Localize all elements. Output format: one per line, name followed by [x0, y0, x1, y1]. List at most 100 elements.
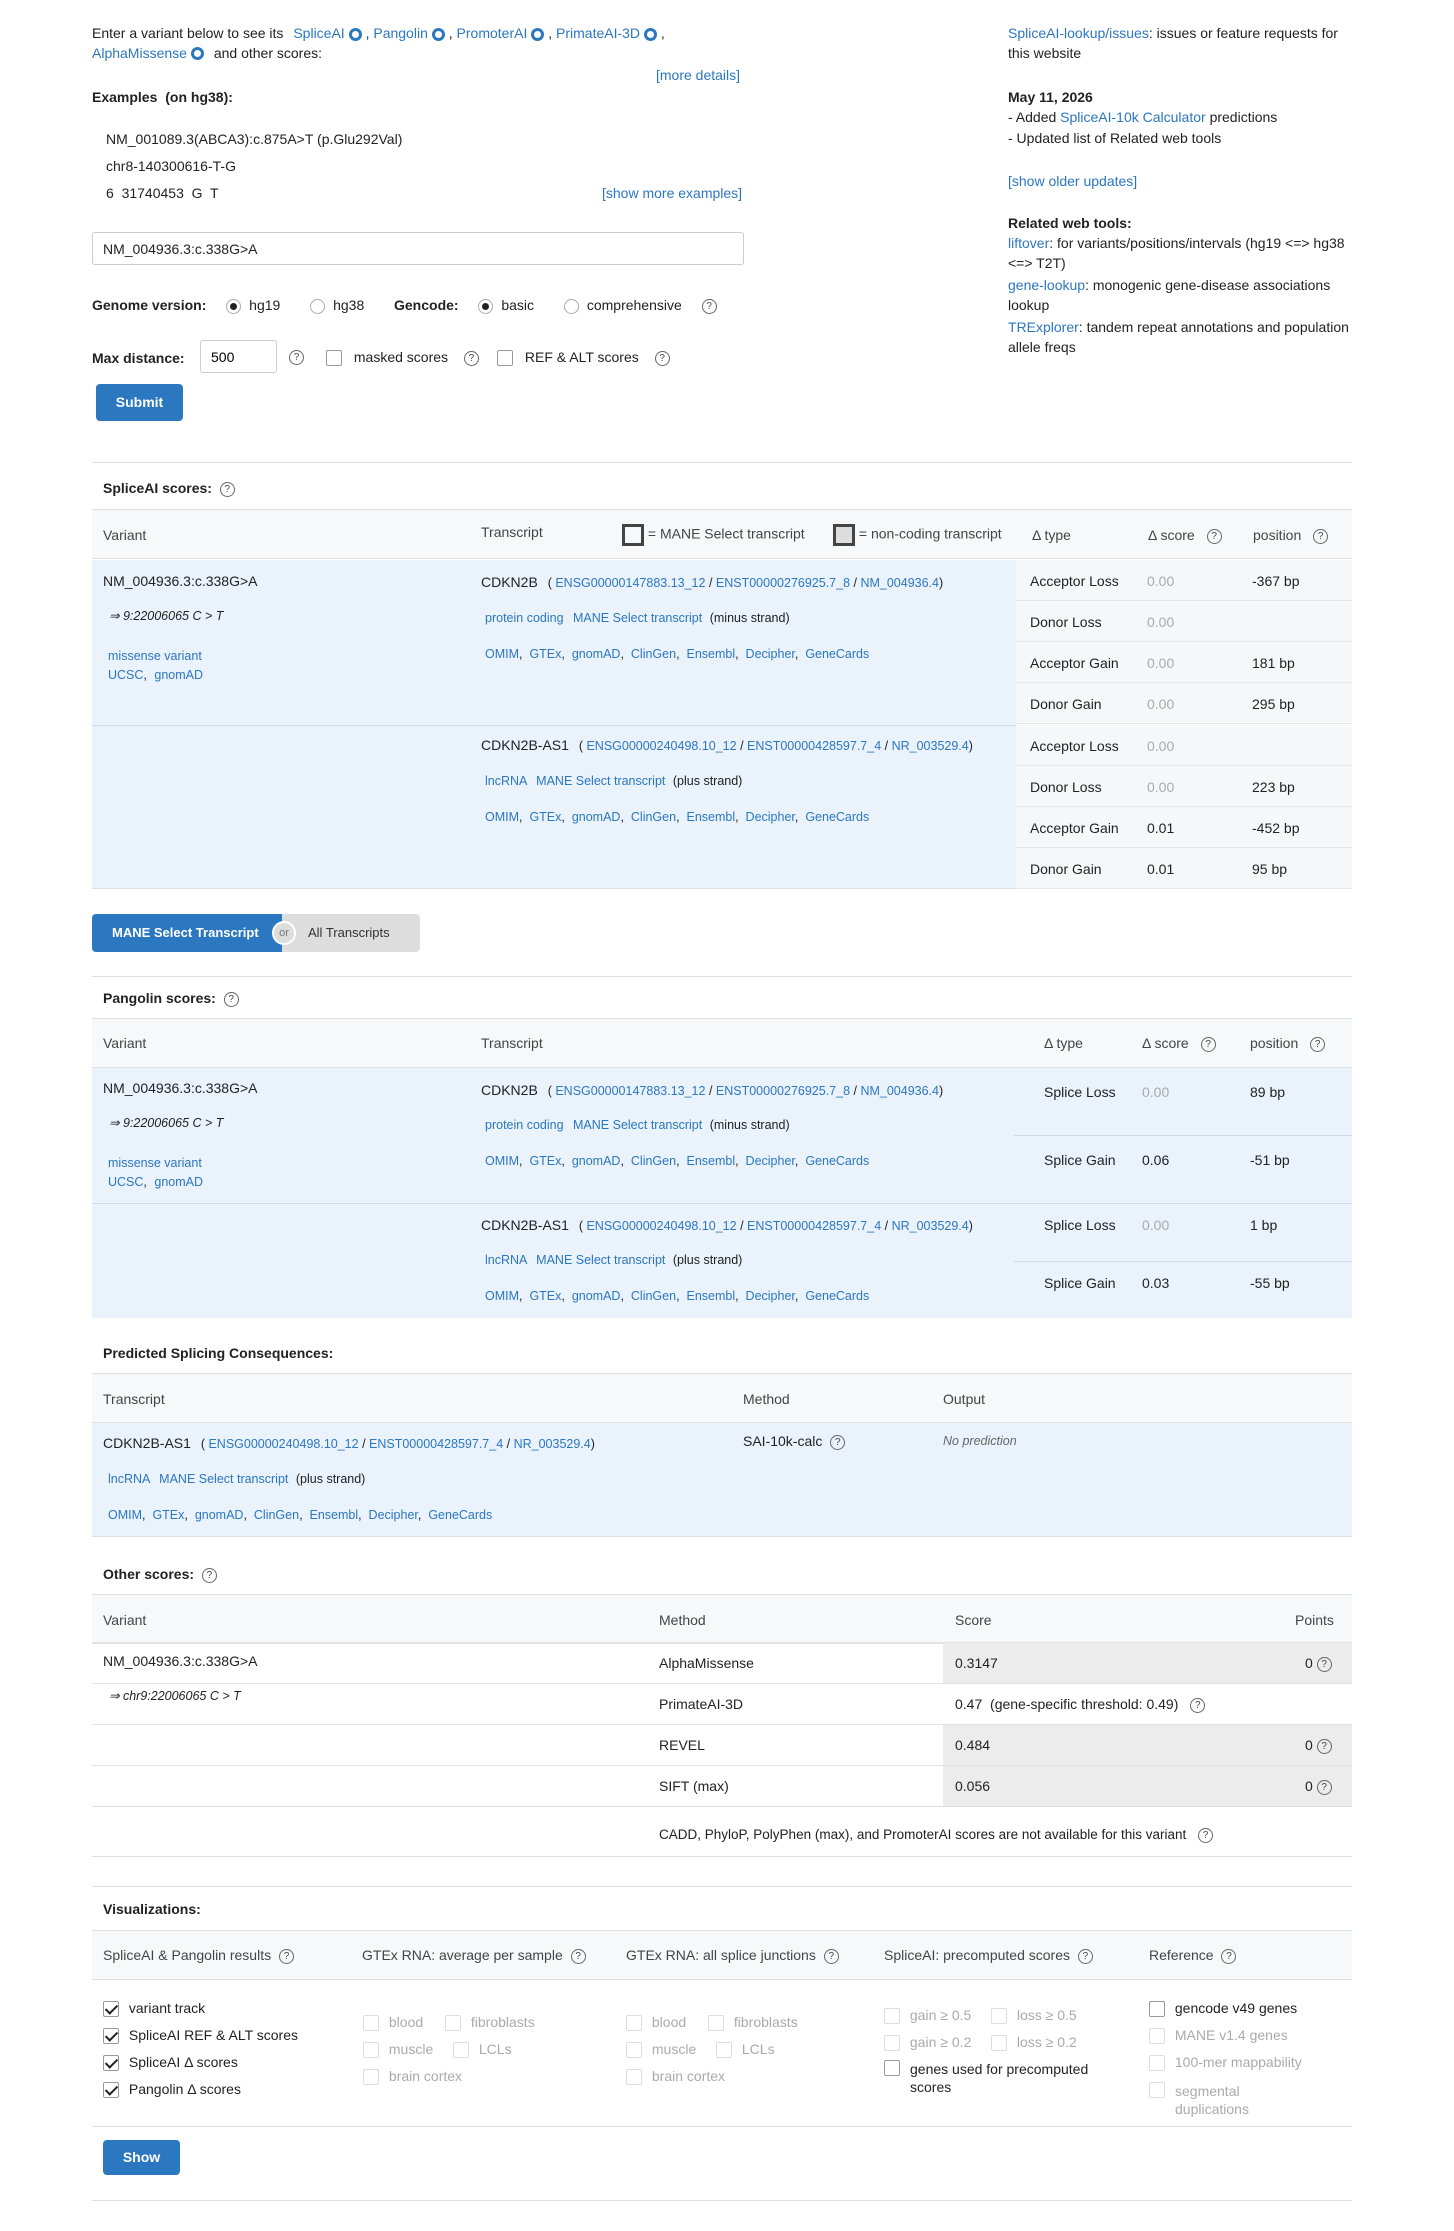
- primateai-link[interactable]: PrimateAI-3D: [556, 25, 640, 41]
- mane-link[interactable]: MANE Select transcript: [159, 1472, 288, 1486]
- clingen-link[interactable]: ClinGen: [631, 1154, 676, 1168]
- omim-link[interactable]: OMIM: [108, 1508, 142, 1522]
- help-icon[interactable]: ?: [1313, 528, 1329, 544]
- decipher-link[interactable]: Decipher: [369, 1508, 418, 1522]
- help-icon[interactable]: ?: [201, 1567, 217, 1583]
- biotype-link[interactable]: lncRNA: [485, 774, 527, 788]
- gnomad-link[interactable]: gnomAD: [572, 647, 621, 661]
- show-older-updates-link[interactable]: [show older updates]: [1008, 172, 1137, 192]
- nm-link[interactable]: NR_003529.4: [892, 1219, 969, 1233]
- segdup-option[interactable]: segmental duplications: [1149, 2082, 1349, 2118]
- fibroblasts-option[interactable]: fibroblasts: [445, 2009, 535, 2036]
- help-icon[interactable]: ?: [1190, 1697, 1206, 1713]
- show-more-examples-link[interactable]: [show more examples]: [602, 184, 742, 204]
- liftover-link[interactable]: liftover: [1008, 235, 1049, 251]
- clingen-link[interactable]: ClinGen: [631, 1289, 676, 1303]
- help-icon[interactable]: ?: [1316, 1779, 1332, 1795]
- omim-link[interactable]: OMIM: [485, 1154, 519, 1168]
- ensg-link[interactable]: ENSG00000240498.10_12: [208, 1437, 358, 1451]
- brain-cortex-option[interactable]: brain cortex: [363, 2063, 563, 2090]
- example-1[interactable]: NM_001089.3(ABCA3):c.875A>T (p.Glu292Val…: [106, 130, 402, 150]
- trexplorer-link[interactable]: TRExplorer: [1008, 319, 1079, 335]
- gene-lookup-link[interactable]: gene-lookup: [1008, 277, 1085, 293]
- example-3[interactable]: 6 31740453 G T: [106, 184, 219, 204]
- mane-link[interactable]: MANE Select transcript: [536, 774, 665, 788]
- issues-link[interactable]: SpliceAI-lookup/issues: [1008, 25, 1149, 41]
- help-icon[interactable]: ?: [1200, 1036, 1216, 1052]
- variant-input[interactable]: [92, 232, 744, 265]
- help-icon[interactable]: ?: [1198, 1827, 1214, 1843]
- nm-link[interactable]: NR_003529.4: [892, 739, 969, 753]
- spliceai-ref-alt-option[interactable]: SpliceAI REF & ALT scores: [103, 2022, 298, 2049]
- gencode-genes-checkbox[interactable]: [1149, 2001, 1165, 2018]
- promoterai-link[interactable]: PromoterAI: [457, 25, 528, 41]
- pangolin-delta-option[interactable]: Pangolin Δ scores: [103, 2076, 298, 2103]
- mappability-option[interactable]: 100-mer mappability: [1149, 2049, 1349, 2076]
- clingen-link[interactable]: ClinGen: [631, 647, 676, 661]
- github-icon[interactable]: [190, 47, 204, 61]
- submit-button[interactable]: Submit: [96, 384, 183, 421]
- genecards-link[interactable]: GeneCards: [805, 1154, 869, 1168]
- spliceai-link[interactable]: SpliceAI: [293, 25, 344, 41]
- ensg-link[interactable]: ENSG00000147883.13_12: [555, 1084, 705, 1098]
- help-icon[interactable]: ?: [701, 298, 717, 314]
- pangolin-link[interactable]: Pangolin: [373, 25, 428, 41]
- pangolin-delta-checkbox[interactable]: [103, 2082, 119, 2099]
- blood-option[interactable]: blood: [626, 2014, 686, 2032]
- ref-alt-option[interactable]: REF & ALT scores ?: [497, 348, 670, 368]
- gtex-link[interactable]: GTEx: [529, 810, 561, 824]
- mane-link[interactable]: MANE Select transcript: [536, 1253, 665, 1267]
- github-icon[interactable]: [531, 27, 545, 41]
- gnomad-link[interactable]: gnomAD: [572, 1289, 621, 1303]
- lcls-option[interactable]: LCLs: [716, 2036, 775, 2063]
- help-icon[interactable]: ?: [1310, 1036, 1326, 1052]
- gtex-link[interactable]: GTEx: [529, 1154, 561, 1168]
- gtex-link[interactable]: GTEx: [529, 1289, 561, 1303]
- gencode-comprehensive-radio[interactable]: [563, 298, 579, 314]
- help-icon[interactable]: ?: [463, 350, 479, 366]
- help-icon[interactable]: ?: [1221, 1948, 1237, 1964]
- loss-05-option[interactable]: loss ≥ 0.5: [991, 2002, 1077, 2029]
- enst-link[interactable]: ENST00000428597.7_4: [747, 739, 881, 753]
- help-icon[interactable]: ?: [570, 1948, 586, 1964]
- enst-link[interactable]: ENST00000428597.7_4: [747, 1219, 881, 1233]
- help-icon[interactable]: ?: [219, 481, 235, 497]
- biotype-link[interactable]: protein coding: [485, 611, 564, 625]
- ensembl-link[interactable]: Ensembl: [686, 1289, 735, 1303]
- variant-track-checkbox[interactable]: [103, 2001, 119, 2018]
- calculator-link[interactable]: SpliceAI-10k Calculator: [1060, 109, 1206, 125]
- fibroblasts-option[interactable]: fibroblasts: [708, 2009, 798, 2036]
- max-distance-input[interactable]: [200, 340, 277, 373]
- ensg-link[interactable]: ENSG00000147883.13_12: [555, 576, 705, 590]
- spliceai-ref-alt-checkbox[interactable]: [103, 2028, 119, 2045]
- consequence-link[interactable]: missense variant: [108, 648, 202, 666]
- clingen-link[interactable]: ClinGen: [631, 810, 676, 824]
- variant-track-option[interactable]: variant track: [103, 1995, 298, 2022]
- genecards-link[interactable]: GeneCards: [805, 1289, 869, 1303]
- ensembl-link[interactable]: Ensembl: [686, 1154, 735, 1168]
- gtex-link[interactable]: GTEx: [152, 1508, 184, 1522]
- ensg-link[interactable]: ENSG00000240498.10_12: [586, 1219, 736, 1233]
- mane-genes-option[interactable]: MANE v1.4 genes: [1149, 2022, 1349, 2049]
- mane-link[interactable]: MANE Select transcript: [573, 1118, 702, 1132]
- gencode-basic-radio[interactable]: [478, 298, 494, 314]
- gain-02-option[interactable]: gain ≥ 0.2: [884, 2034, 971, 2052]
- decipher-link[interactable]: Decipher: [746, 1154, 795, 1168]
- github-icon[interactable]: [644, 27, 658, 41]
- muscle-option[interactable]: muscle: [363, 2041, 433, 2059]
- github-icon[interactable]: [348, 27, 362, 41]
- help-icon[interactable]: ?: [278, 1948, 294, 1964]
- masked-scores-checkbox[interactable]: [326, 350, 342, 367]
- help-icon[interactable]: ?: [830, 1434, 846, 1450]
- help-icon[interactable]: ?: [823, 1948, 839, 1964]
- gnomad-link[interactable]: gnomAD: [572, 1154, 621, 1168]
- nm-link[interactable]: NM_004936.4: [860, 576, 939, 590]
- biotype-link[interactable]: lncRNA: [485, 1253, 527, 1267]
- gnomad-link[interactable]: gnomAD: [572, 810, 621, 824]
- enst-link[interactable]: ENST00000428597.7_4: [369, 1437, 503, 1451]
- spliceai-delta-checkbox[interactable]: [103, 2055, 119, 2072]
- decipher-link[interactable]: Decipher: [746, 647, 795, 661]
- gencode-genes-option[interactable]: gencode v49 genes: [1149, 1995, 1349, 2022]
- decipher-link[interactable]: Decipher: [746, 1289, 795, 1303]
- ucsc-link[interactable]: UCSC: [108, 1175, 143, 1189]
